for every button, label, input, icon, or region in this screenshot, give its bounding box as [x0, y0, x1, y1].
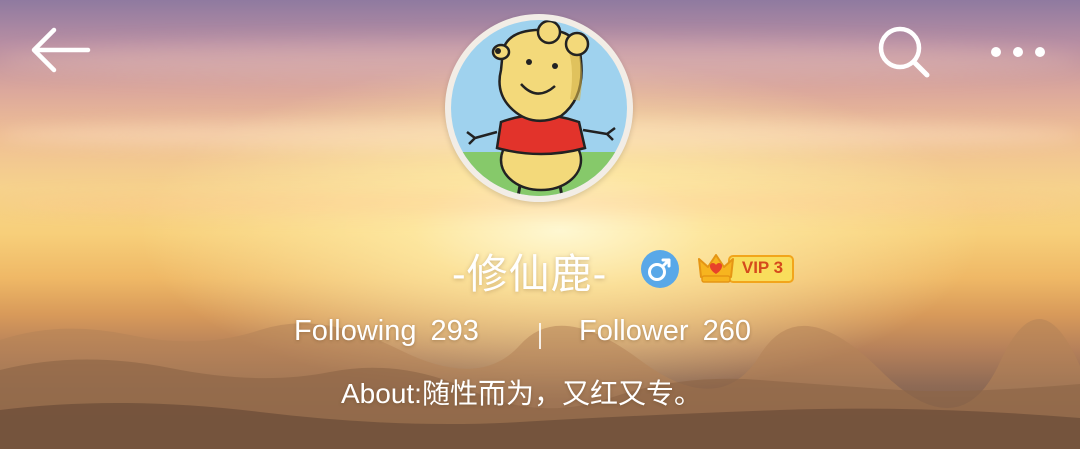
profile-name-row: -修仙鹿- VIP 3 — [0, 240, 1080, 300]
about-text: About:随性而为，又红又专。 — [341, 378, 702, 409]
male-icon — [641, 250, 679, 288]
more-horizontal-icon — [991, 47, 1045, 57]
avatar[interactable] — [445, 14, 633, 202]
arrow-left-icon — [31, 27, 91, 73]
search-icon — [878, 26, 930, 78]
following-count: 293 — [430, 315, 479, 347]
following-label: Following — [294, 315, 417, 347]
username: -修仙鹿- — [452, 251, 608, 297]
cartoon-bear-avatar — [451, 20, 627, 196]
vip-level-label: VIP 3 — [741, 258, 784, 277]
more-options-button[interactable] — [986, 30, 1050, 74]
following-stat[interactable]: Following 293 — [294, 315, 479, 348]
follow-stats: Following 293 Follower 260 — [0, 315, 1080, 359]
back-button[interactable] — [30, 24, 92, 76]
follower-label: Follower — [579, 315, 689, 347]
vip-badge[interactable]: VIP 3 — [697, 249, 795, 287]
stats-divider — [539, 323, 541, 349]
follower-stat[interactable]: Follower 260 — [579, 315, 751, 348]
follower-count: 260 — [702, 315, 751, 347]
search-button[interactable] — [876, 24, 932, 80]
